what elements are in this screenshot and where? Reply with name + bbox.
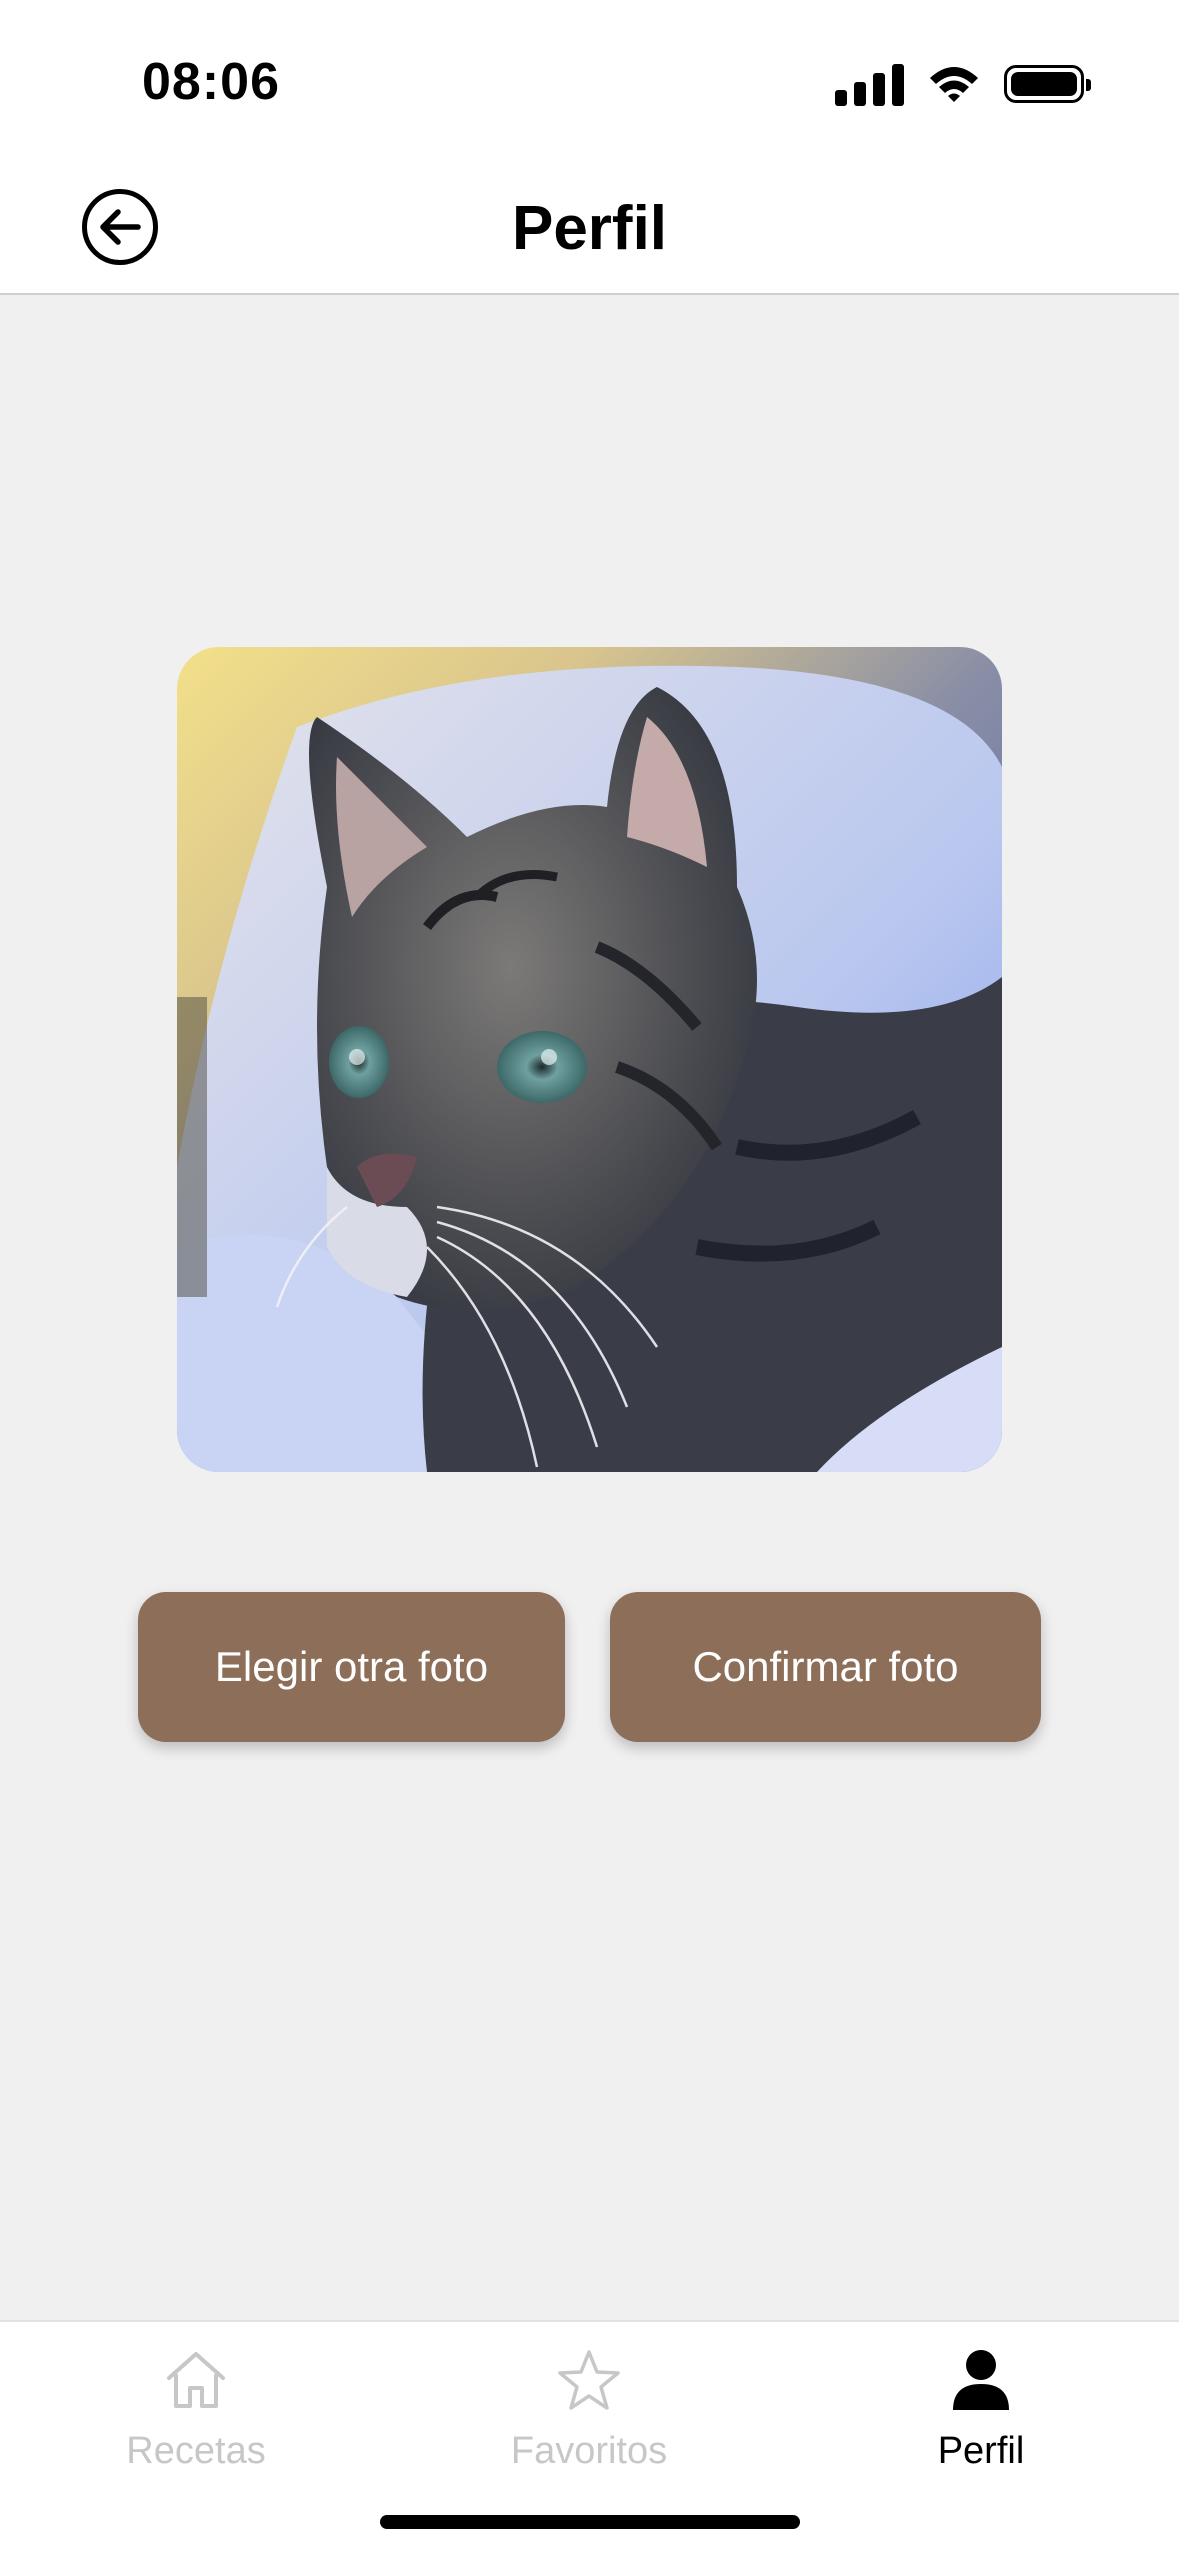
- status-icons: [835, 62, 1091, 106]
- signal-icon: [835, 62, 904, 106]
- tab-recetas[interactable]: Recetas: [66, 2344, 326, 2494]
- confirm-photo-button[interactable]: Confirmar foto: [610, 1592, 1041, 1742]
- tab-label-perfil: Perfil: [937, 2430, 1025, 2472]
- person-icon: [949, 2344, 1013, 2416]
- profile-photo-screen: 08:06 Perfil Elegir otra foto Confirmar …: [0, 0, 1179, 2556]
- status-bar: 08:06: [0, 0, 1179, 165]
- tab-label-recetas: Recetas: [126, 2430, 266, 2472]
- choose-other-photo-button[interactable]: Elegir otra foto: [138, 1592, 565, 1742]
- tab-favoritos[interactable]: Favoritos: [459, 2344, 719, 2494]
- home-indicator[interactable]: [380, 2515, 800, 2529]
- battery-icon: [1004, 65, 1091, 103]
- tab-perfil[interactable]: Perfil: [851, 2344, 1111, 2494]
- star-icon: [556, 2344, 622, 2416]
- wifi-icon: [930, 67, 978, 102]
- tabby-cat-photo: [177, 647, 1002, 1472]
- tab-label-favoritos: Favoritos: [510, 2430, 668, 2472]
- home-icon: [163, 2344, 229, 2416]
- page-title: Perfil: [511, 194, 668, 263]
- profile-photo: [177, 647, 1002, 1472]
- status-time: 08:06: [142, 53, 280, 111]
- app-header: Perfil: [0, 165, 1179, 295]
